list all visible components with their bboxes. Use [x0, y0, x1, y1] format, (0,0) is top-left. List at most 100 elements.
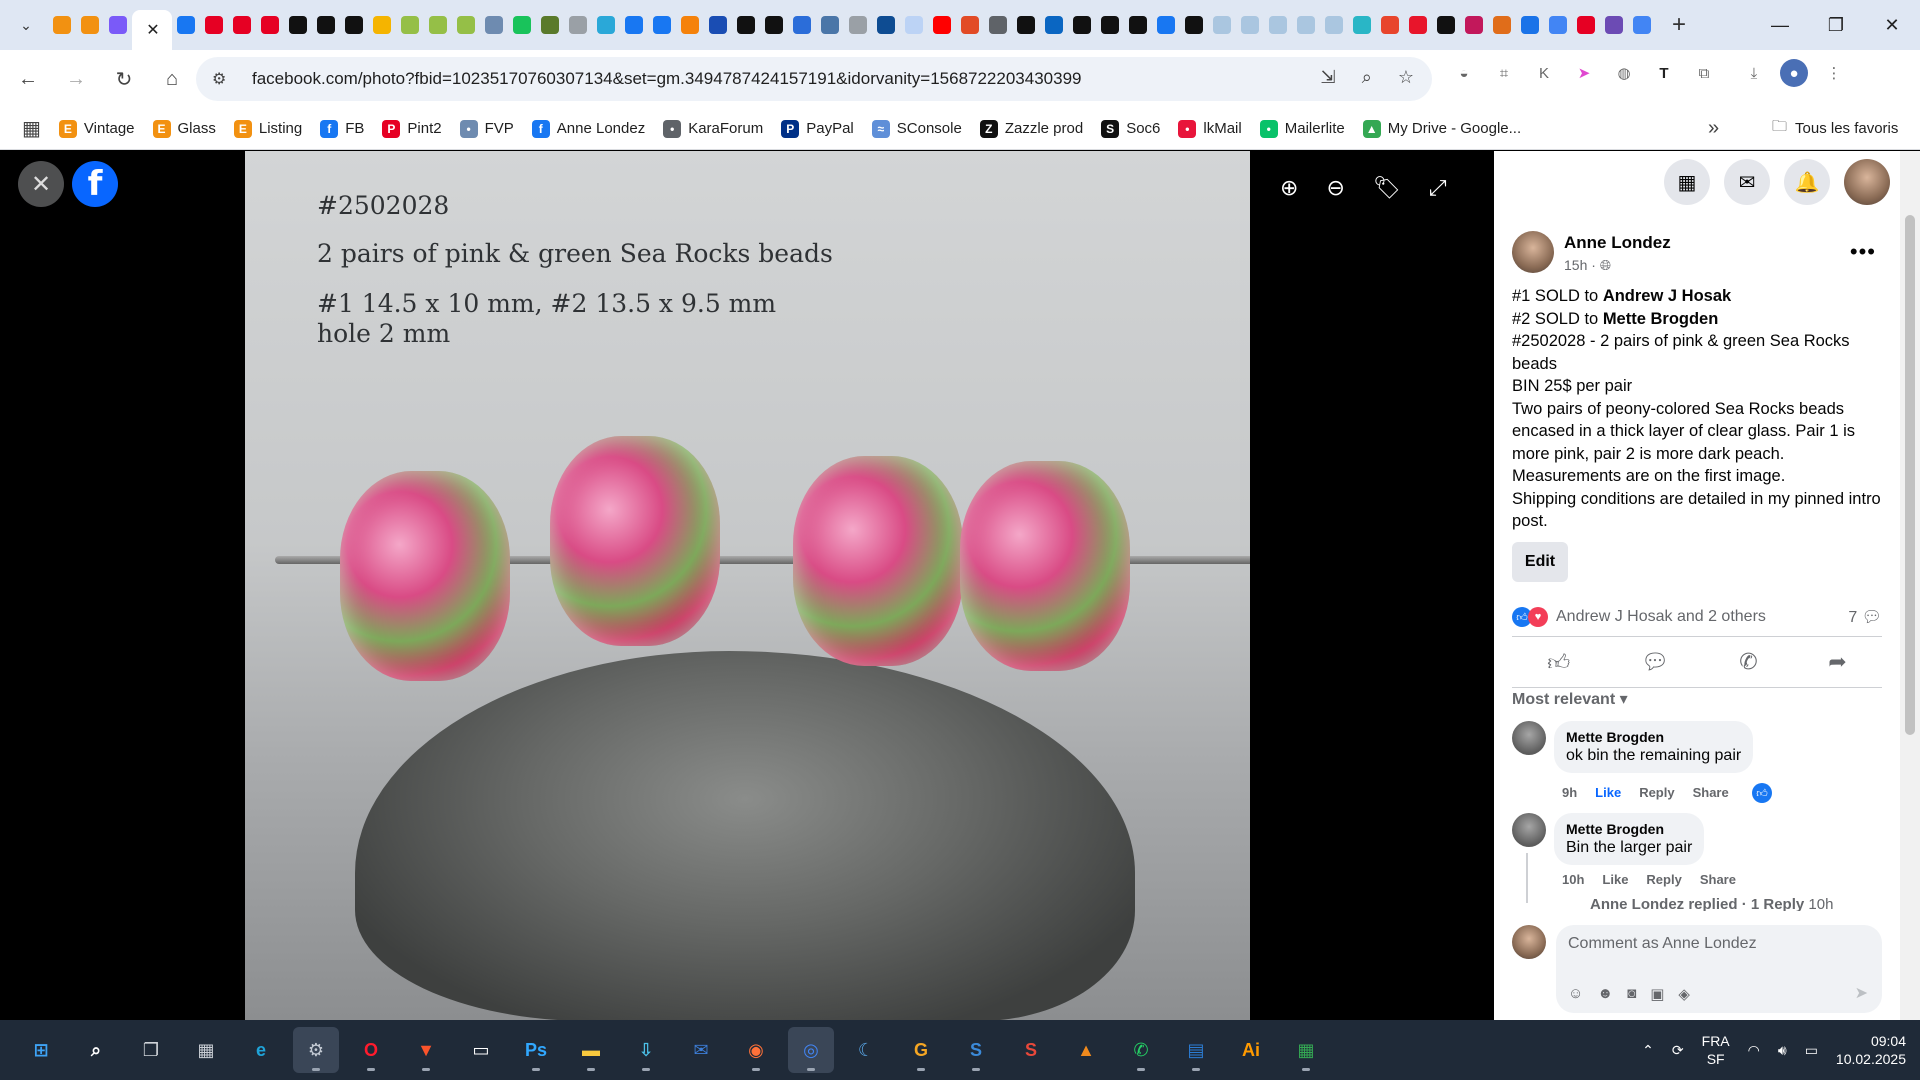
bookmark-star-icon[interactable]: ☆	[1398, 67, 1414, 88]
site-info-icon[interactable]: ⚙	[212, 69, 232, 89]
zoom-icon[interactable]: ⌕	[1362, 67, 1372, 88]
tab[interactable]	[704, 8, 732, 42]
tab[interactable]	[984, 8, 1012, 42]
minimize-icon[interactable]: —	[1752, 0, 1808, 50]
extension-text-icon[interactable]: T	[1650, 59, 1678, 87]
tab[interactable]	[676, 8, 704, 42]
tab[interactable]	[1628, 8, 1656, 42]
taskbar-illustrator-icon[interactable]: Ai	[1228, 1027, 1274, 1073]
gif-icon[interactable]: ▣	[1650, 985, 1664, 1003]
bookmark-item[interactable]: f FB	[320, 119, 364, 138]
taskbar-start-icon[interactable]: ⊞	[18, 1027, 64, 1073]
author-avatar[interactable]	[1512, 231, 1554, 273]
tab[interactable]	[1040, 8, 1068, 42]
all-bookmarks-button[interactable]: 🗀 Tous les favoris	[1772, 116, 1898, 141]
tab[interactable]	[1516, 8, 1544, 42]
bookmark-item[interactable]: ≈ SConsole	[871, 119, 962, 138]
commenter-name[interactable]: Mette Brogden	[1566, 821, 1692, 837]
commenter-avatar[interactable]	[1512, 813, 1546, 847]
tab[interactable]	[1124, 8, 1152, 42]
extensions-puzzle-icon[interactable]: ⧉	[1690, 59, 1718, 87]
tab[interactable]	[1236, 8, 1264, 42]
bookmarks-overflow-icon[interactable]: »	[1708, 117, 1719, 140]
comment-sort-dropdown[interactable]: Most relevant ▾	[1512, 689, 1628, 709]
tab[interactable]	[956, 8, 984, 42]
tab[interactable]	[788, 8, 816, 42]
bookmark-item[interactable]: E Listing	[233, 119, 302, 138]
taskbar-edge-icon[interactable]: e	[238, 1027, 284, 1073]
taskbar-app-g-icon[interactable]: G	[898, 1027, 944, 1073]
close-viewer-button[interactable]: ✕	[18, 161, 64, 207]
bookmark-item[interactable]: S Soc6	[1101, 119, 1160, 138]
reactions-text[interactable]: Andrew J Hosak and 2 others	[1556, 608, 1766, 626]
bookmark-item[interactable]: Z Zazzle prod	[979, 119, 1083, 138]
tab[interactable]	[564, 8, 592, 42]
tab[interactable]	[1348, 8, 1376, 42]
tab[interactable]	[452, 8, 480, 42]
taskbar-task-view-icon[interactable]: ❐	[128, 1027, 174, 1073]
taskbar-chrome-icon[interactable]: ◎	[788, 1027, 834, 1073]
composer-avatar[interactable]	[1512, 925, 1546, 959]
tab[interactable]	[732, 8, 760, 42]
volume-icon[interactable]: 🔊︎	[1778, 1042, 1787, 1059]
clock[interactable]: 09:04 10.02.2025	[1836, 1032, 1906, 1068]
close-window-icon[interactable]: ✕	[1864, 0, 1920, 50]
commenter-name[interactable]: Mette Brogden	[1566, 729, 1741, 745]
apps-grid-icon[interactable]: ▦	[22, 116, 41, 141]
forward-icon[interactable]: →	[56, 59, 96, 99]
tab[interactable]	[424, 8, 452, 42]
sync-icon[interactable]: ⟳	[1672, 1042, 1684, 1059]
share-button-icon[interactable]: ➦	[1828, 649, 1846, 675]
facebook-logo-icon[interactable]: f	[72, 161, 118, 207]
install-app-icon[interactable]: ⇲	[1321, 67, 1336, 88]
taskbar-explorer-icon[interactable]: ▬	[568, 1027, 614, 1073]
menu-kebab-icon[interactable]: ⋮	[1820, 59, 1848, 87]
tab[interactable]	[1096, 8, 1124, 42]
tab[interactable]	[592, 8, 620, 42]
reload-icon[interactable]: ↻	[104, 59, 144, 99]
tab[interactable]	[1180, 8, 1208, 42]
tab[interactable]	[104, 8, 132, 42]
tab[interactable]	[536, 8, 564, 42]
taskbar-app-blue-icon[interactable]: ☾	[843, 1027, 889, 1073]
bookmark-item[interactable]: E Glass	[152, 119, 216, 138]
avatar-sticker-icon[interactable]: ☺	[1568, 985, 1583, 1003]
taskbar-settings-icon[interactable]: ⚙	[293, 1027, 339, 1073]
tab[interactable]	[76, 8, 104, 42]
taskbar-vlc-icon[interactable]: ▲	[1063, 1027, 1109, 1073]
bookmark-item[interactable]: E Vintage	[58, 119, 135, 138]
scrollbar-thumb[interactable]	[1905, 215, 1915, 735]
new-tab-button[interactable]: +	[1664, 11, 1694, 39]
comment-like-badge-icon[interactable]: 👍︎	[1752, 783, 1772, 803]
home-icon[interactable]: ⌂	[152, 59, 192, 99]
taskbar-sheets-icon[interactable]: ▦	[1283, 1027, 1329, 1073]
emoji-icon[interactable]: ☻	[1597, 985, 1613, 1003]
taskbar-opera-icon[interactable]: O	[348, 1027, 394, 1073]
tab[interactable]	[1292, 8, 1320, 42]
taskbar-app-s-blue-icon[interactable]: S	[953, 1027, 999, 1073]
taskbar-firefox-icon[interactable]: ◉	[733, 1027, 779, 1073]
like-button-icon[interactable]: 👍︎	[1547, 649, 1570, 676]
tab[interactable]	[228, 8, 256, 42]
tab[interactable]	[1376, 8, 1404, 42]
tab[interactable]	[1012, 8, 1040, 42]
restore-icon[interactable]: ❐	[1808, 0, 1864, 50]
tab[interactable]	[620, 8, 648, 42]
taskbar-thunderbird-icon[interactable]: ✉	[678, 1027, 724, 1073]
tab[interactable]	[1320, 8, 1348, 42]
post-options-icon[interactable]: •••	[1850, 239, 1876, 265]
tab[interactable]	[928, 8, 956, 42]
address-bar[interactable]: ⚙ facebook.com/photo?fbid=10235170760307…	[196, 57, 1432, 101]
tab[interactable]	[480, 8, 508, 42]
comment-share-button[interactable]: Share	[1700, 872, 1736, 887]
tab[interactable]	[872, 8, 900, 42]
tab[interactable]	[312, 8, 340, 42]
taskbar-calculator-icon[interactable]: ▦	[183, 1027, 229, 1073]
fullscreen-icon[interactable]: ⤢	[1429, 175, 1447, 201]
tab[interactable]	[816, 8, 844, 42]
reactions-row[interactable]: 👍︎ ♥ Andrew J Hosak and 2 others 7 💬︎	[1512, 607, 1882, 627]
tab[interactable]	[1600, 8, 1628, 42]
tab[interactable]	[900, 8, 928, 42]
sticker-icon[interactable]: ◈	[1678, 985, 1690, 1003]
tag-icon[interactable]: 🏷	[1373, 175, 1401, 201]
